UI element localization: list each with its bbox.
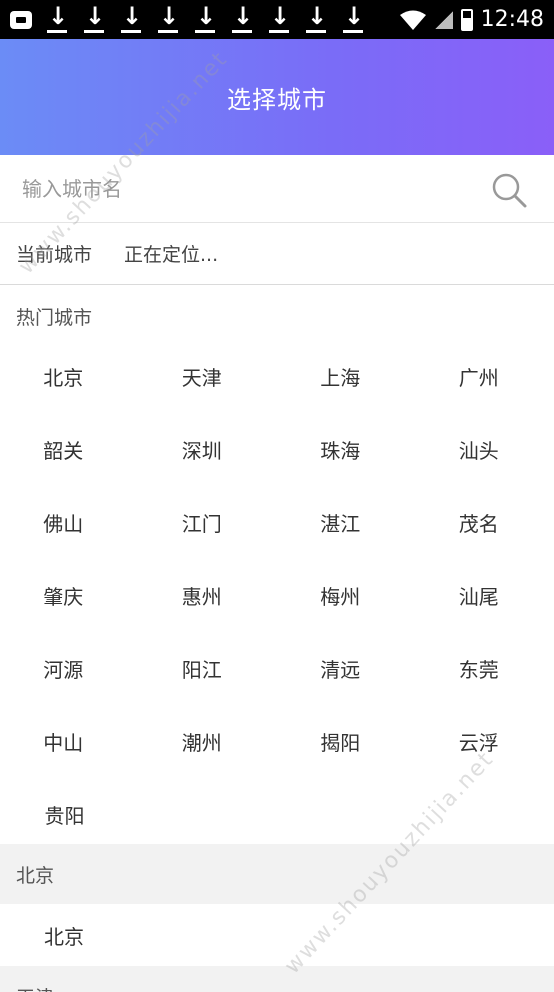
wifi-icon (399, 10, 426, 30)
section-header: 北京 (0, 844, 554, 904)
hot-cities-title: 热门城市 (16, 307, 93, 329)
hot-city-item[interactable]: 深圳 (133, 435, 272, 464)
hot-cities-row: 中山 潮州 揭阳 云浮 (0, 705, 554, 778)
hot-cities-row: 河源 阳江 清远 东莞 (0, 632, 554, 705)
hot-city-item[interactable]: 揭阳 (271, 727, 410, 756)
app-notification-icon (10, 10, 32, 29)
hot-city-item[interactable]: 潮州 (133, 727, 272, 756)
status-right-icons: 12:48 (399, 7, 544, 32)
hot-city-item[interactable]: 东莞 (410, 654, 549, 683)
search-input[interactable] (22, 176, 462, 201)
city-list-item-label: 北京 (44, 924, 84, 949)
hot-city-item[interactable]: 云浮 (410, 727, 549, 756)
hot-city-item[interactable]: 韶关 (0, 435, 133, 464)
download-icon (46, 3, 68, 33)
section-header-label: 北京 (16, 864, 55, 887)
current-city-row: 当前城市 正在定位... (0, 223, 554, 285)
download-icon (342, 3, 364, 33)
hot-city-item[interactable]: 肇庆 (0, 581, 133, 610)
hot-city-item[interactable]: 阳江 (133, 654, 272, 683)
app-header: 选择城市 (0, 39, 554, 155)
hot-city-item[interactable]: 珠海 (271, 435, 410, 464)
status-left-icons (10, 3, 379, 33)
hot-city-item[interactable]: 梅州 (271, 581, 410, 610)
hot-city-item[interactable]: 上海 (271, 362, 410, 391)
search-bar (0, 155, 554, 223)
download-icon (83, 3, 105, 33)
download-icon (194, 3, 216, 33)
hot-city-item[interactable]: 天津 (133, 362, 272, 391)
download-icon (120, 3, 142, 33)
hot-cities-row: 北京 天津 上海 广州 (0, 340, 554, 413)
battery-icon (460, 8, 473, 31)
hot-city-item[interactable]: 江门 (133, 508, 272, 537)
hot-city-item[interactable]: 广州 (410, 362, 549, 391)
hot-city-item[interactable]: 河源 (0, 654, 133, 683)
hot-cities-row: 佛山 江门 湛江 茂名 (0, 486, 554, 559)
status-time: 12:48 (480, 7, 544, 32)
download-icon (305, 3, 327, 33)
hot-city-item[interactable]: 汕尾 (410, 581, 549, 610)
hot-city-item[interactable]: 茂名 (410, 508, 549, 537)
hot-cities-row: 肇庆 惠州 梅州 汕尾 (0, 559, 554, 632)
hot-city-item[interactable]: 佛山 (0, 508, 133, 537)
hot-city-item[interactable]: 惠州 (133, 581, 272, 610)
page-title: 选择城市 (227, 85, 327, 114)
hot-cities-row: 贵阳 (0, 778, 554, 851)
hot-city-item[interactable]: 清远 (271, 654, 410, 683)
hot-city-item[interactable]: 中山 (0, 727, 133, 756)
hot-city-item[interactable]: 贵阳 (0, 800, 135, 829)
city-list-item[interactable]: 北京 (0, 904, 554, 966)
hot-city-item[interactable]: 汕头 (410, 435, 549, 464)
section-header: 天津 (0, 966, 554, 992)
download-icon (157, 3, 179, 33)
hot-cities-grid: 北京 天津 上海 广州 韶关 深圳 珠海 汕头 佛山 江门 湛江 茂名 肇庆 惠… (0, 340, 554, 851)
hot-cities-row: 韶关 深圳 珠海 汕头 (0, 413, 554, 486)
signal-icon (434, 10, 453, 29)
hot-city-item[interactable]: 湛江 (271, 508, 410, 537)
section-header-label: 天津 (16, 983, 54, 992)
search-icon[interactable] (490, 171, 528, 209)
current-city-status[interactable]: 正在定位... (124, 240, 218, 267)
download-icon (268, 3, 290, 33)
current-city-label: 当前城市 (16, 244, 93, 266)
download-icon (231, 3, 253, 33)
status-bar: 12:48 (0, 0, 554, 39)
hot-city-item[interactable]: 北京 (0, 362, 133, 391)
